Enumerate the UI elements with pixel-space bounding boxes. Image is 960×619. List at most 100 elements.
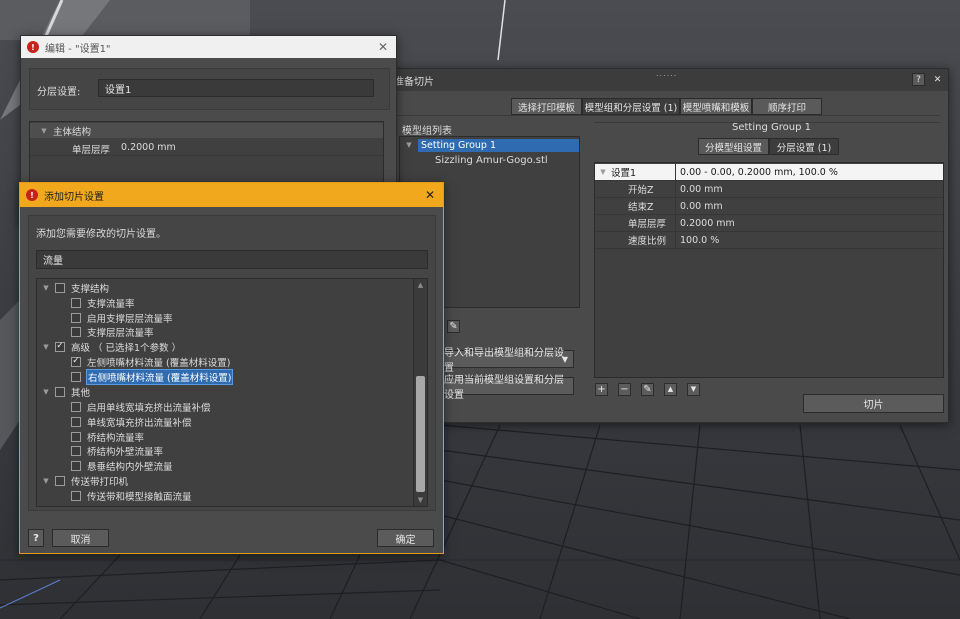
move-up-icon[interactable]: ▲ [664, 383, 677, 396]
row-key: 单层层厚 [595, 215, 676, 231]
checkbox[interactable] [71, 371, 81, 382]
scroll-down-icon[interactable]: ▼ [414, 494, 427, 506]
settings-list[interactable]: ▼ 支撑结构 支撑流量率 启用支撑层层流量率 支撑层层流量率 ▼ ✓ 高级 （ … [36, 278, 428, 507]
list-item-label: 启用单线宽填充挤出流量补偿 [87, 402, 211, 414]
scroll-up-icon[interactable]: ▲ [414, 279, 427, 291]
list-item[interactable]: ▼ 支撑结构 [37, 280, 411, 295]
list-item[interactable]: 桥结构外壁流量率 [37, 443, 411, 458]
list-item-label: 传送带打印机 [71, 476, 129, 488]
list-item-highlighted[interactable]: 右侧喷嘴材料流量 (覆盖材料设置) [37, 368, 411, 385]
edit-pencil-icon[interactable]: ✎ [641, 383, 654, 396]
layer-settings-table[interactable]: ▼ 设置1 0.00 - 0.00, 0.2000 mm, 100.0 % 开始Z… [594, 162, 944, 378]
expand-arrow-icon[interactable]: ▼ [42, 477, 50, 485]
checkbox[interactable] [55, 282, 65, 293]
list-item[interactable]: 传送带和模型接触面流量 [37, 488, 411, 503]
slice-button[interactable]: 切片 [803, 394, 944, 413]
remove-icon[interactable]: − [618, 383, 631, 396]
checkbox[interactable] [71, 416, 81, 427]
list-item[interactable]: ▼ ✓ 高级 （ 已选择1个参数 ） [37, 339, 411, 354]
table-row[interactable]: 结束Z 0.00 mm [595, 198, 943, 215]
close-button[interactable]: ✕ [931, 73, 944, 86]
setting-value[interactable]: 0.2000 mm [121, 142, 176, 153]
tab-model-nozzle-template[interactable]: 模型喷嘴和模板 [680, 98, 752, 115]
search-input[interactable]: 流量 [36, 250, 428, 269]
row-key: 结束Z [595, 198, 676, 214]
add-slice-settings-dialog: ! 添加切片设置 ✕ 添加您需要修改的切片设置。 流量 ▼ 支撑结构 支撑流量率… [19, 182, 444, 554]
apply-group-settings-label: 应用当前模型组设置和分层设置 [444, 375, 564, 401]
layer-setting-label: 分层设置: [37, 87, 81, 98]
list-item-label: 左侧喷嘴材料流量 (覆盖材料设置) [87, 357, 231, 369]
section-header[interactable]: ▼ 主体结构 [30, 123, 383, 138]
setting-group-title: Setting Group 1 [732, 122, 811, 133]
add-dialog-titlebar[interactable]: ! 添加切片设置 ✕ [20, 183, 443, 207]
chevron-down-icon: ▼ [561, 354, 568, 364]
row-key: 开始Z [595, 181, 676, 197]
table-row[interactable]: 开始Z 0.00 mm [595, 181, 943, 198]
expand-arrow-icon[interactable]: ▼ [42, 388, 50, 396]
list-item-label: 支撑层层流量率 [87, 327, 154, 339]
setting-row[interactable]: 单层层厚 0.2000 mm [30, 139, 383, 156]
list-item[interactable]: 启用支撑层层流量率 [37, 310, 411, 325]
list-item[interactable]: 桥结构流量率 [37, 429, 411, 444]
cancel-button[interactable]: 取消 [52, 529, 109, 547]
table-row[interactable]: 速度比例 100.0 % [595, 232, 943, 249]
checkbox[interactable] [71, 460, 81, 471]
checkbox[interactable] [55, 475, 65, 486]
layer-setting-name-input[interactable]: 设置1 [98, 79, 374, 97]
tab-group-settings[interactable]: 分模型组设置 [698, 138, 769, 155]
close-icon[interactable]: ✕ [423, 188, 437, 202]
list-item-label: 启用支撑层层流量率 [87, 313, 173, 325]
edit-pencil-icon[interactable]: ✎ [447, 320, 460, 333]
divider [396, 115, 940, 116]
checkbox-checked[interactable]: ✓ [55, 341, 65, 352]
expand-arrow-icon: ▼ [41, 126, 47, 135]
table-row[interactable]: ▼ 设置1 0.00 - 0.00, 0.2000 mm, 100.0 % [595, 164, 943, 181]
list-scrollbar[interactable]: ▲ ▼ [413, 279, 427, 506]
app-logo-icon: ! [26, 189, 38, 201]
tree-item-model-file[interactable]: Sizzling Amur-Gogo.stl [435, 155, 548, 166]
add-icon[interactable]: + [595, 383, 608, 396]
checkbox[interactable] [71, 490, 81, 501]
checkbox[interactable] [71, 326, 81, 337]
expand-arrow-icon[interactable]: ▼ [405, 141, 413, 149]
list-item-label: 支撑结构 [71, 283, 110, 295]
expand-arrow-icon[interactable]: ▼ [42, 284, 50, 292]
instruction-text: 添加您需要修改的切片设置。 [36, 229, 166, 240]
help-button[interactable]: ? [912, 73, 925, 86]
move-down-icon[interactable]: ▼ [687, 383, 700, 396]
table-row[interactable]: 单层层厚 0.2000 mm [595, 215, 943, 232]
row-value: 100.0 % [680, 234, 720, 246]
list-item[interactable]: ▼ 其他 [37, 384, 411, 399]
list-item[interactable]: 支撑层层流量率 [37, 324, 411, 339]
checkbox[interactable] [71, 312, 81, 323]
ok-button[interactable]: 确定 [377, 529, 434, 547]
list-item[interactable]: 单线宽填充挤出流量补偿 [37, 414, 411, 429]
tab-sequential-print[interactable]: 顺序打印 [752, 98, 822, 115]
list-item[interactable]: 悬垂结构内外壁流量 [37, 458, 411, 473]
checkbox[interactable] [71, 401, 81, 412]
close-icon[interactable]: ✕ [376, 40, 390, 54]
slice-window-titlebar[interactable]: 准备切片 ...... ? ✕ [388, 69, 948, 91]
list-item[interactable]: 启用单线宽填充挤出流量补偿 [37, 399, 411, 414]
expand-arrow-icon[interactable]: ▼ [599, 168, 607, 176]
list-item-label: 支撑流量率 [87, 298, 135, 310]
list-item[interactable]: ▼ 传送带打印机 [37, 473, 411, 488]
help-button[interactable]: ? [28, 529, 44, 547]
scroll-thumb[interactable] [416, 376, 425, 492]
row-value: 0.00 mm [680, 200, 723, 212]
tree-item-setting-group[interactable]: Setting Group 1 [418, 139, 579, 152]
checkbox[interactable] [55, 386, 65, 397]
tab-model-group-layer-settings[interactable]: 模型组和分层设置 (1) [582, 98, 680, 115]
list-item[interactable]: ✓ 左侧喷嘴材料流量 (覆盖材料设置) [37, 354, 411, 369]
checkbox[interactable] [71, 297, 81, 308]
edit-window-titlebar[interactable]: ! 编辑 - "设置1" ✕ [21, 36, 396, 58]
list-item[interactable]: 支撑流量率 [37, 295, 411, 310]
tab-select-print-template[interactable]: 选择打印模板 [511, 98, 582, 115]
model-group-list-label: 模型组列表 [402, 126, 452, 137]
checkbox[interactable] [71, 445, 81, 456]
checkbox[interactable] [71, 431, 81, 442]
expand-arrow-icon[interactable]: ▼ [42, 343, 50, 351]
drag-handle[interactable]: ...... [656, 69, 677, 78]
checkbox-checked[interactable]: ✓ [71, 356, 81, 367]
tab-layer-settings[interactable]: 分层设置 (1) [769, 138, 839, 155]
